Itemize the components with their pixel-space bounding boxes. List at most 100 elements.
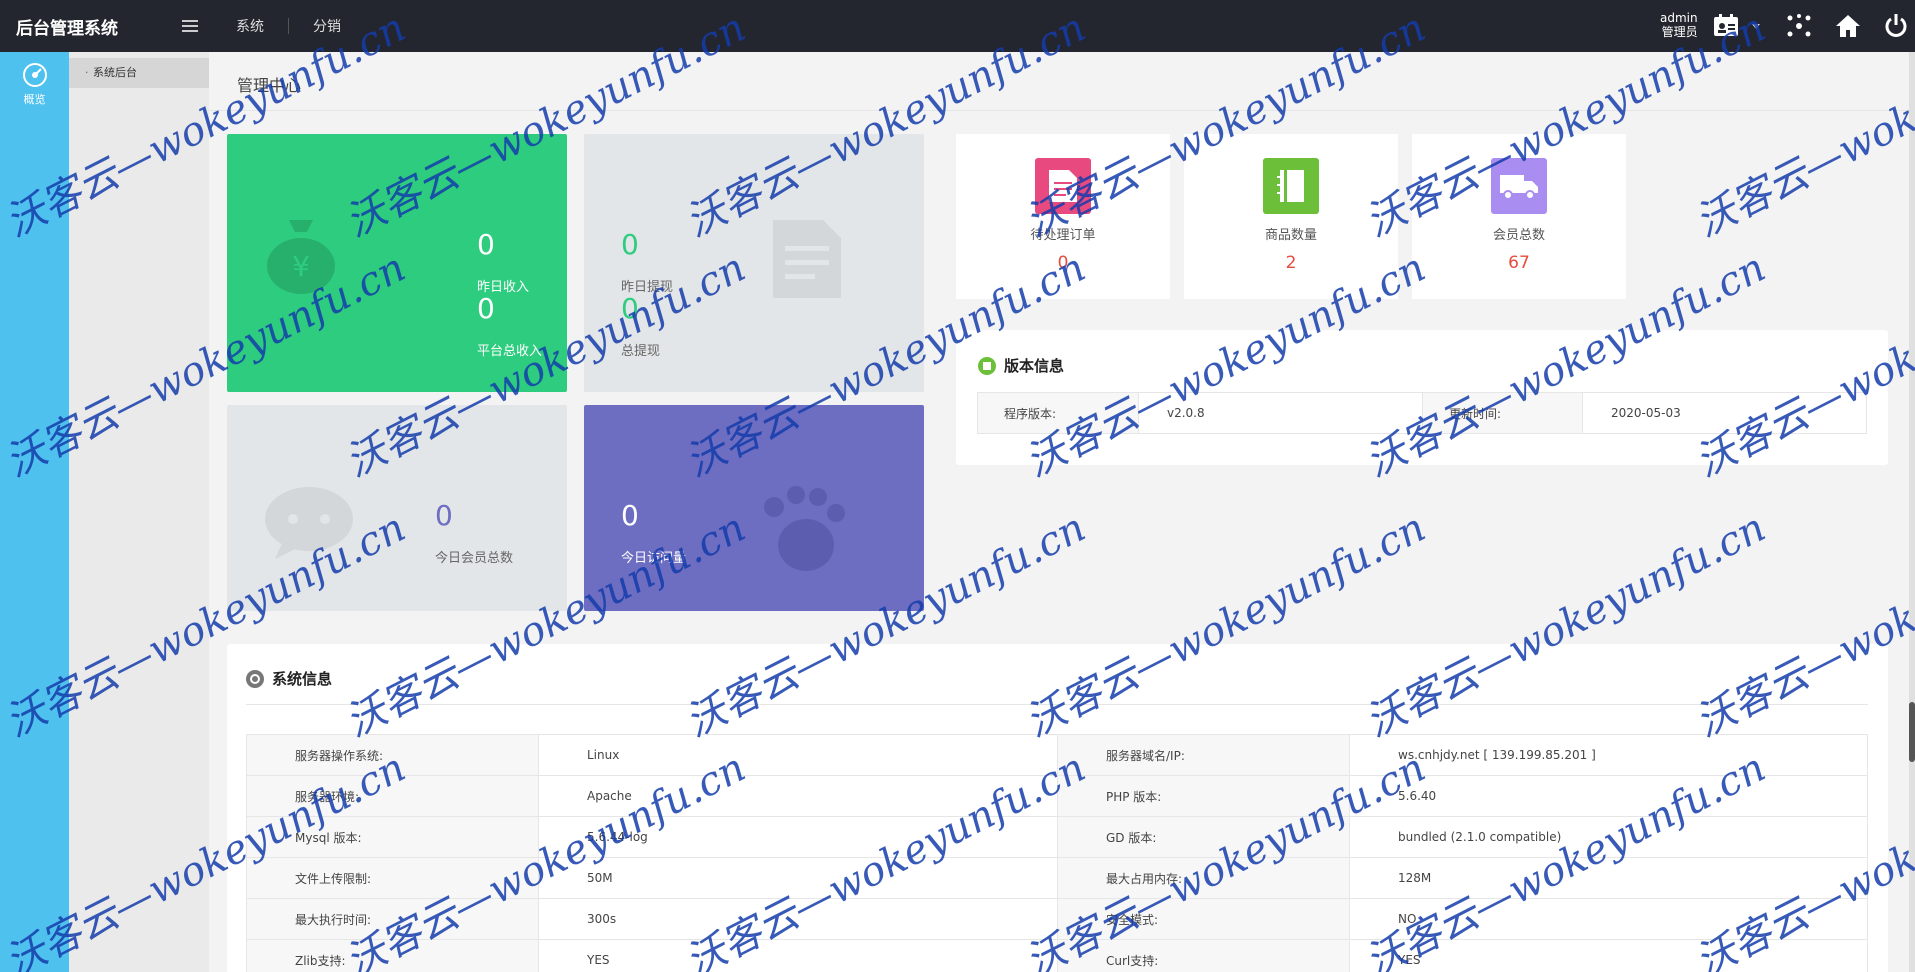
total-withdraw-value: 0	[621, 292, 639, 325]
upload-limit-label: 文件上传限制:	[246, 857, 539, 899]
stat-label: 待处理订单	[1030, 228, 1096, 243]
safe-mode-value: NO	[1349, 898, 1868, 940]
stat-label: 会员总数	[1492, 228, 1545, 243]
table-row: 服务器环境: Apache PHP 版本: 5.6.40	[246, 775, 1868, 817]
dashboard-icon	[22, 63, 47, 87]
mysql-version-label: Mysql 版本:	[246, 816, 539, 858]
total-income-value: 0	[477, 292, 495, 325]
network-icon[interactable]	[1785, 12, 1813, 40]
chat-bubble-icon	[265, 487, 353, 559]
page-title: 管理中心	[237, 76, 302, 95]
withdraw-tile: 0 昨日提现 0 总提现	[584, 134, 924, 392]
top-nav-item-system[interactable]: 系统	[236, 16, 288, 36]
table-row: 文件上传限制: 50M 最大占用内存: 128M	[246, 857, 1868, 899]
top-bar: 后台管理系统 系统 分销 admin 管理员	[0, 0, 1915, 52]
top-nav: 系统 分销	[236, 0, 365, 52]
table-row: Mysql 版本: 5.6.44-log GD 版本: bundled (2.1…	[246, 816, 1868, 858]
today-members-value: 0	[435, 499, 453, 532]
svg-text:¥: ¥	[292, 250, 310, 283]
today-members-tile: 0 今日会员总数	[227, 405, 567, 611]
user-role: 管理员	[1661, 25, 1698, 39]
stat-value: 67	[1508, 253, 1530, 273]
table-row: Zlib支持: YES Curl支持: YES	[246, 939, 1868, 972]
divider	[209, 110, 1909, 111]
gd-version-label: GD 版本:	[1057, 816, 1350, 858]
app-title: 后台管理系统	[16, 19, 118, 39]
updated-time-value: 2020-05-03	[1582, 392, 1867, 434]
max-exec-time-value: 300s	[538, 898, 1058, 940]
stat-card-pending-orders[interactable]: 待处理订单 0	[956, 134, 1170, 299]
version-heading: 版本信息	[978, 355, 1064, 376]
total-income-label: 平台总收入	[477, 344, 543, 359]
gear-icon	[246, 669, 264, 688]
stat-value: 0	[1057, 253, 1069, 273]
notebook-icon	[1263, 158, 1319, 214]
scrollbar-thumb[interactable]	[1909, 702, 1915, 762]
server-os-value: Linux	[538, 734, 1058, 776]
income-tile: ¥ 0 昨日收入 0 平台总收入	[227, 134, 567, 392]
document-icon	[773, 220, 841, 298]
power-icon[interactable]	[1882, 12, 1910, 40]
today-visits-label: 今日访问量	[621, 551, 687, 566]
table-row: 服务器操作系统: Linux 服务器域名/IP: ws.cnhjdy.net […	[246, 734, 1868, 776]
curl-support-label: Curl支持:	[1057, 939, 1350, 972]
version-panel: 版本信息 程序版本: v2.0.8 更新时间: 2020-05-03	[956, 330, 1888, 465]
subnav-item-system-backend[interactable]: 系统后台	[69, 58, 209, 88]
yesterday-income-value: 0	[477, 228, 495, 261]
zlib-support-label: Zlib支持:	[246, 939, 539, 972]
server-domain-label: 服务器域名/IP:	[1057, 734, 1350, 776]
curl-support-value: YES	[1349, 939, 1868, 972]
money-bag-icon: ¥	[267, 220, 335, 294]
memory-limit-value: 128M	[1349, 857, 1868, 899]
version-icon	[978, 356, 996, 375]
zlib-support-value: YES	[538, 939, 1058, 972]
home-icon[interactable]	[1834, 12, 1862, 40]
truck-icon	[1491, 158, 1547, 214]
left-rail: 概览	[0, 52, 69, 972]
system-heading-text: 系统信息	[272, 670, 333, 688]
top-nav-item-distribution[interactable]: 分销	[313, 16, 365, 36]
max-exec-time-label: 最大执行时间:	[246, 898, 539, 940]
server-domain-value: ws.cnhjdy.net [ 139.199.85.201 ]	[1349, 734, 1868, 776]
version-heading-text: 版本信息	[1004, 357, 1065, 375]
mysql-version-value: 5.6.44-log	[538, 816, 1058, 858]
program-version-label: 程序版本:	[977, 392, 1139, 434]
version-table: 程序版本: v2.0.8 更新时间: 2020-05-03	[977, 392, 1867, 434]
safe-mode-label: 安全模式:	[1057, 898, 1350, 940]
system-panel: 系统信息 服务器操作系统: Linux 服务器域名/IP: ws.cnhjdy.…	[227, 644, 1888, 972]
system-info-table: 服务器操作系统: Linux 服务器域名/IP: ws.cnhjdy.net […	[246, 734, 1868, 972]
today-visits-value: 0	[621, 499, 639, 532]
today-members-label: 今日会员总数	[435, 551, 514, 566]
today-visits-tile: 0 今日访问量	[584, 405, 924, 611]
yesterday-withdraw-value: 0	[621, 228, 639, 261]
gd-version-value: bundled (2.1.0 compatible)	[1349, 816, 1868, 858]
program-version-value: v2.0.8	[1138, 392, 1423, 434]
rail-item-label: 概览	[23, 93, 46, 106]
secondary-sidebar: 系统后台	[69, 52, 209, 972]
php-version-value: 5.6.40	[1349, 775, 1868, 817]
server-env-label: 服务器环境:	[246, 775, 539, 817]
memory-limit-label: 最大占用内存:	[1057, 857, 1350, 899]
table-row: 最大执行时间: 300s 安全模式: NO	[246, 898, 1868, 940]
id-card-icon[interactable]	[1712, 12, 1740, 40]
stat-card-member-total[interactable]: 会员总数 67	[1412, 134, 1626, 299]
user-menu[interactable]: admin 管理员	[1660, 11, 1698, 39]
scrollbar[interactable]	[1909, 52, 1915, 972]
php-version-label: PHP 版本:	[1057, 775, 1350, 817]
rail-item-overview[interactable]: 概览	[0, 62, 69, 107]
menu-toggle-icon[interactable]	[182, 20, 198, 34]
nav-divider	[288, 18, 289, 34]
main-content: 管理中心 ¥ 0 昨日收入 0 平台总收入 0 昨日提现 0 总提现 0 今日会…	[209, 52, 1909, 972]
server-os-label: 服务器操作系统:	[246, 734, 539, 776]
server-env-value: Apache	[538, 775, 1058, 817]
stat-card-product-count[interactable]: 商品数量 2	[1184, 134, 1398, 299]
divider	[246, 704, 1868, 705]
updated-time-label: 更新时间:	[1422, 392, 1583, 434]
chevron-down-icon[interactable]	[1752, 24, 1760, 29]
user-name: admin	[1660, 11, 1698, 25]
total-withdraw-label: 总提现	[621, 344, 661, 359]
stat-label: 商品数量	[1264, 228, 1317, 243]
stat-value: 2	[1285, 253, 1297, 273]
footprint-icon	[764, 486, 845, 571]
system-heading: 系统信息	[246, 668, 332, 689]
